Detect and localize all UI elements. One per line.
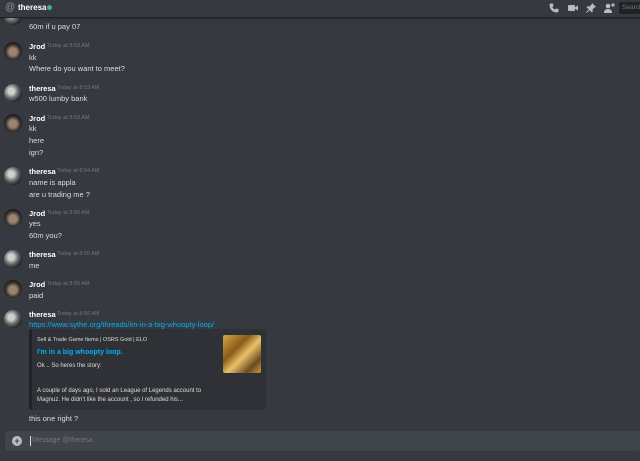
- message-author[interactable]: Jrod: [29, 209, 45, 218]
- link-embed: Sell & Trade Game Items | OSRS Gold | EL…: [29, 329, 266, 410]
- message-author[interactable]: theresa: [29, 310, 56, 319]
- message-text: me: [29, 261, 40, 270]
- message-composer: + Message @theresa: [5, 431, 640, 451]
- message-text: ign?: [29, 148, 44, 157]
- message-text: this one right ?: [29, 414, 79, 423]
- embed-provider[interactable]: Sell & Trade Game Items | OSRS Gold | EL…: [37, 337, 147, 343]
- avatar[interactable]: [4, 167, 22, 185]
- message-input[interactable]: Message @theresa: [32, 437, 93, 444]
- message-text: w500 lumby bank: [29, 94, 88, 103]
- message-text: are u trading me ?: [29, 190, 90, 199]
- message-author[interactable]: Jrod: [29, 280, 45, 289]
- message-timestamp: Today at 8:55 AM: [57, 251, 100, 257]
- channel-header: @ theresa Search: [0, 0, 640, 18]
- avatar[interactable]: [4, 280, 22, 298]
- embed-thumbnail[interactable]: [223, 335, 261, 373]
- avatar[interactable]: [4, 42, 22, 60]
- avatar[interactable]: [4, 209, 22, 227]
- message-text: paid: [29, 291, 44, 300]
- message-timestamp: Today at 8:55 AM: [47, 210, 90, 216]
- text-caret: [30, 436, 31, 446]
- embed-description: A couple of days ago, I sold an League o…: [37, 388, 202, 403]
- embed-description: Ok .. So heres the story:: [37, 363, 102, 369]
- voice-call-icon[interactable]: [548, 2, 560, 14]
- add-friend-icon[interactable]: [603, 2, 615, 14]
- at-icon: @: [5, 2, 16, 13]
- message-timestamp: Today at 8:53 AM: [47, 43, 90, 49]
- online-status-icon: [47, 5, 52, 10]
- message-text: yes: [29, 219, 41, 228]
- message-timestamp: Today at 8:54 AM: [57, 168, 100, 174]
- upload-plus-icon[interactable]: +: [12, 436, 22, 446]
- message-timestamp: Today at 8:55 AM: [47, 281, 90, 287]
- message-timestamp: Today at 8:56 AM: [57, 311, 100, 317]
- avatar[interactable]: [4, 114, 22, 132]
- message-text: name is appla: [29, 178, 76, 187]
- message-text: 60m you?: [29, 231, 62, 240]
- message-author[interactable]: Jrod: [29, 114, 45, 123]
- message-timestamp: Today at 8:53 AM: [47, 115, 90, 121]
- avatar[interactable]: [4, 84, 22, 102]
- message-author[interactable]: Jrod: [29, 42, 45, 51]
- avatar[interactable]: [4, 18, 22, 25]
- message-text: here: [29, 136, 45, 145]
- avatar[interactable]: [4, 250, 22, 268]
- message-timestamp: Today at 8:53 AM: [57, 85, 100, 91]
- search-input[interactable]: Search: [619, 2, 640, 14]
- message-text: kk: [29, 53, 37, 62]
- embed-title[interactable]: I'm in a big whoopty loop.: [37, 349, 123, 356]
- video-call-icon[interactable]: [567, 2, 579, 14]
- pin-icon[interactable]: [585, 2, 597, 14]
- message-text: kk: [29, 124, 37, 133]
- message-text: 60m if u pay 07: [29, 22, 81, 31]
- message-author[interactable]: theresa: [29, 84, 56, 93]
- message-link[interactable]: https://www.sythe.org/threads/im-in-a-bi…: [29, 320, 214, 329]
- message-author[interactable]: theresa: [29, 250, 56, 259]
- channel-name: theresa: [18, 3, 47, 12]
- message-list: 60m if u pay 07 Jrod Today at 8:53 AM kk…: [0, 18, 640, 428]
- message-text: Where do you want to meet?: [29, 64, 125, 73]
- message-author[interactable]: theresa: [29, 167, 56, 176]
- avatar[interactable]: [4, 310, 22, 328]
